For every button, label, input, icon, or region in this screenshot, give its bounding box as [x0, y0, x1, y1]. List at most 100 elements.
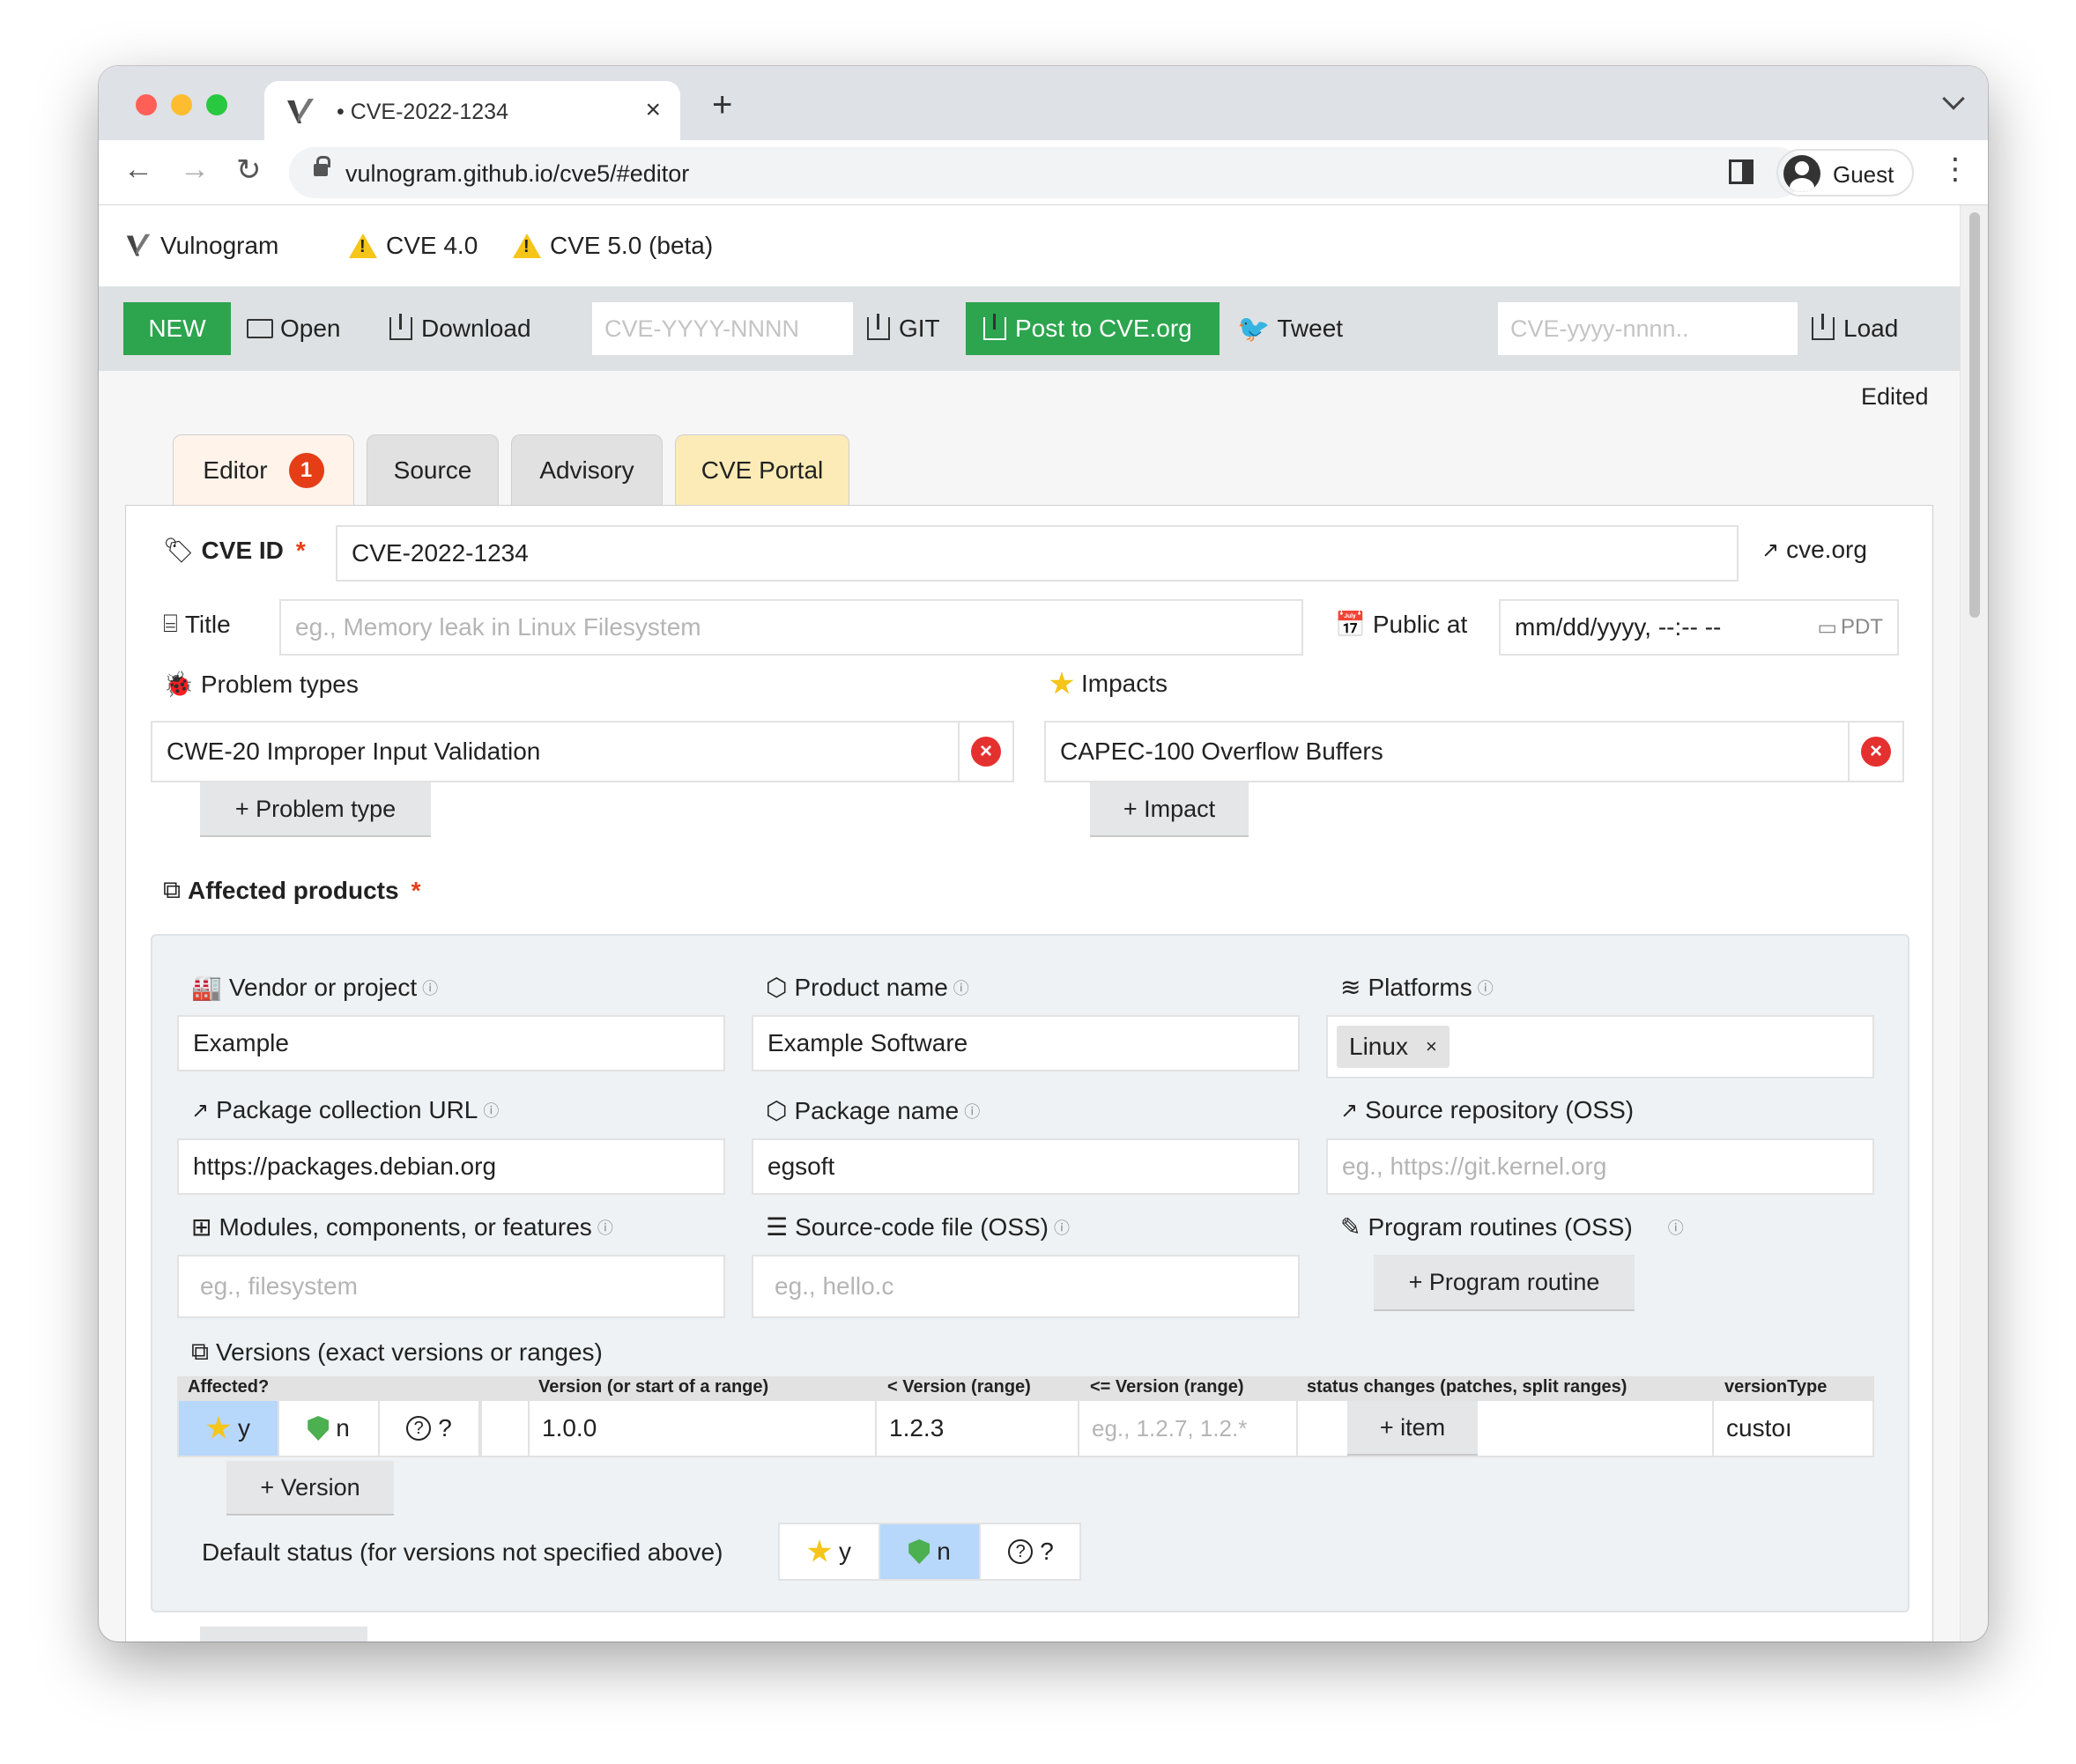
default-unknown-option[interactable]: ? ?: [981, 1524, 1081, 1579]
info-icon[interactable]: ⓘ: [1668, 1216, 1684, 1239]
page-scrollbar[interactable]: [1960, 205, 1988, 1642]
browser-tab[interactable]: • CVE-2022-1234 ×: [264, 81, 680, 140]
add-impact-button[interactable]: + Impact: [1090, 782, 1249, 837]
add-version-button[interactable]: + Version: [226, 1461, 394, 1516]
app-header: Vulnogram CVE 4.0 CVE 5.0 (beta): [99, 205, 1960, 286]
modules-label: ⊞ Modules, components, or features ⓘ: [191, 1212, 613, 1241]
add-program-routine-button[interactable]: + Program routine: [1374, 1255, 1635, 1311]
required-mark: *: [411, 876, 421, 904]
side-panel-icon[interactable]: [1729, 159, 1753, 184]
cve-id-field[interactable]: CVE-2022-1234: [336, 525, 1739, 582]
remove-icon: ×: [1861, 737, 1891, 767]
twitter-bird-icon: 🐦: [1237, 314, 1271, 344]
tab-cve-portal[interactable]: CVE Portal: [675, 434, 849, 505]
browser-menu-icon[interactable]: ⋮: [1940, 154, 1970, 184]
zoom-window-button[interactable]: [206, 94, 227, 115]
forward-arrow-icon[interactable]: →: [180, 152, 210, 187]
product-name-label-text: Product name: [794, 973, 948, 1001]
affected-no-option[interactable]: n: [279, 1401, 380, 1456]
product-name-field[interactable]: Example Software: [752, 1015, 1300, 1071]
info-icon[interactable]: ⓘ: [953, 976, 969, 999]
info-icon[interactable]: ⓘ: [597, 1216, 613, 1239]
less-than-field[interactable]: 1.2.3: [877, 1401, 1079, 1456]
tab-editor[interactable]: Editor 1: [173, 434, 354, 505]
modules-field[interactable]: eg., filesystem: [177, 1255, 725, 1318]
lock-icon: [314, 156, 330, 176]
remove-problem-type-button[interactable]: ×: [958, 721, 1014, 782]
version-type-field[interactable]: custoı: [1714, 1401, 1872, 1456]
public-at-value: mm/dd/yyyy, --:-- --: [1515, 613, 1722, 641]
source-repo-field[interactable]: eg., https://git.kernel.org: [1326, 1138, 1874, 1195]
address-bar[interactable]: vulnogram.github.io/cve5/#editor: [289, 147, 1803, 198]
info-icon[interactable]: ⓘ: [1478, 976, 1494, 999]
load-cve-input[interactable]: [1498, 302, 1798, 355]
new-button[interactable]: NEW: [123, 302, 231, 355]
close-window-button[interactable]: [136, 94, 157, 115]
load-button[interactable]: Load: [1812, 302, 1898, 355]
new-tab-button[interactable]: +: [712, 85, 732, 125]
add-product-button-partial[interactable]: [200, 1627, 367, 1642]
impacts-label-text: Impacts: [1081, 670, 1168, 697]
nav-cve4-link[interactable]: CVE 4.0: [349, 232, 478, 260]
download-button[interactable]: Download: [389, 302, 531, 355]
cve-org-link[interactable]: ↗ cve.org: [1761, 536, 1867, 564]
affected-yes-option[interactable]: y: [179, 1401, 279, 1456]
version-field[interactable]: 1.0.0: [528, 1401, 877, 1456]
info-icon[interactable]: ⓘ: [422, 976, 438, 999]
impact-field[interactable]: CAPEC-100 Overflow Buffers: [1044, 721, 1850, 782]
post-to-cve-button[interactable]: Post to CVE.org: [966, 302, 1220, 355]
source-file-field[interactable]: eg., hello.c: [752, 1255, 1300, 1318]
product-name-label: ⬡ Product name ⓘ: [766, 973, 969, 1002]
info-icon[interactable]: ⓘ: [964, 1100, 980, 1123]
question-icon: ?: [406, 1416, 432, 1441]
add-problem-type-button[interactable]: + Problem type: [200, 782, 431, 837]
info-icon[interactable]: ⓘ: [483, 1099, 499, 1122]
tab-search-chevron-icon[interactable]: [1942, 87, 1965, 110]
problem-type-field[interactable]: CWE-20 Improper Input Validation: [151, 721, 960, 782]
status-changes-cell: + item: [1298, 1401, 1714, 1456]
affected-unknown-option[interactable]: ? ?: [380, 1401, 480, 1456]
less-equal-field[interactable]: eg., 1.2.7, 1.2.*: [1079, 1401, 1298, 1456]
tag-icon: 🏷: [163, 537, 195, 564]
git-button[interactable]: GIT: [867, 302, 940, 355]
add-item-button[interactable]: + item: [1347, 1401, 1478, 1456]
vendor-field[interactable]: Example: [177, 1015, 725, 1071]
tab-source[interactable]: Source: [367, 434, 499, 505]
default-status-label: Default status (for versions not specifi…: [202, 1538, 723, 1566]
public-at-input[interactable]: mm/dd/yyyy, --:-- -- ▭ PDT: [1499, 599, 1899, 656]
tab-close-icon[interactable]: ×: [645, 95, 661, 125]
info-icon[interactable]: ⓘ: [1054, 1216, 1070, 1239]
warning-icon: [513, 233, 541, 258]
tweet-button[interactable]: 🐦 Tweet: [1237, 302, 1343, 355]
edit-note-icon: ✎: [1340, 1213, 1361, 1241]
minimize-window-button[interactable]: [171, 94, 192, 115]
title-input[interactable]: eg., Memory leak in Linux Filesystem: [279, 599, 1303, 656]
cve-id-input[interactable]: [592, 302, 853, 355]
default-yes-option[interactable]: y: [780, 1524, 880, 1579]
default-no-option[interactable]: n: [880, 1524, 981, 1579]
profile-button[interactable]: Guest: [1776, 149, 1914, 196]
calendar-picker-icon[interactable]: ▭: [1817, 615, 1837, 641]
chip-remove-icon[interactable]: ×: [1426, 1035, 1437, 1058]
affected-toggle: y n ? ?: [179, 1401, 482, 1456]
nav-cve5-link[interactable]: CVE 5.0 (beta): [513, 232, 713, 260]
tab-advisory[interactable]: Advisory: [511, 434, 663, 505]
header-less-equal: <= Version (range): [1090, 1377, 1244, 1397]
remove-impact-button[interactable]: ×: [1848, 721, 1904, 782]
timezone-label: PDT: [1841, 615, 1883, 639]
package-box-icon: ⬡: [766, 1097, 788, 1124]
impacts-label: Impacts: [1049, 670, 1168, 698]
load-icon: [1812, 314, 1835, 340]
brand-link[interactable]: Vulnogram: [125, 232, 278, 260]
package-name-field[interactable]: egsoft: [752, 1138, 1300, 1195]
back-arrow-icon[interactable]: ←: [123, 152, 153, 187]
package-url-field[interactable]: https://packages.debian.org: [177, 1138, 725, 1195]
problem-types-label: 🐞 Problem types: [163, 670, 359, 699]
open-button[interactable]: Open: [247, 302, 341, 355]
source-repo-label-text: Source repository (OSS): [1365, 1096, 1635, 1123]
platforms-label: ≋ Platforms ⓘ: [1340, 973, 1494, 1002]
shield-check-icon: [908, 1539, 930, 1564]
scrollbar-thumb[interactable]: [1969, 212, 1980, 618]
reload-icon[interactable]: ↻: [236, 152, 262, 188]
products-icon: ⧉: [163, 876, 181, 903]
